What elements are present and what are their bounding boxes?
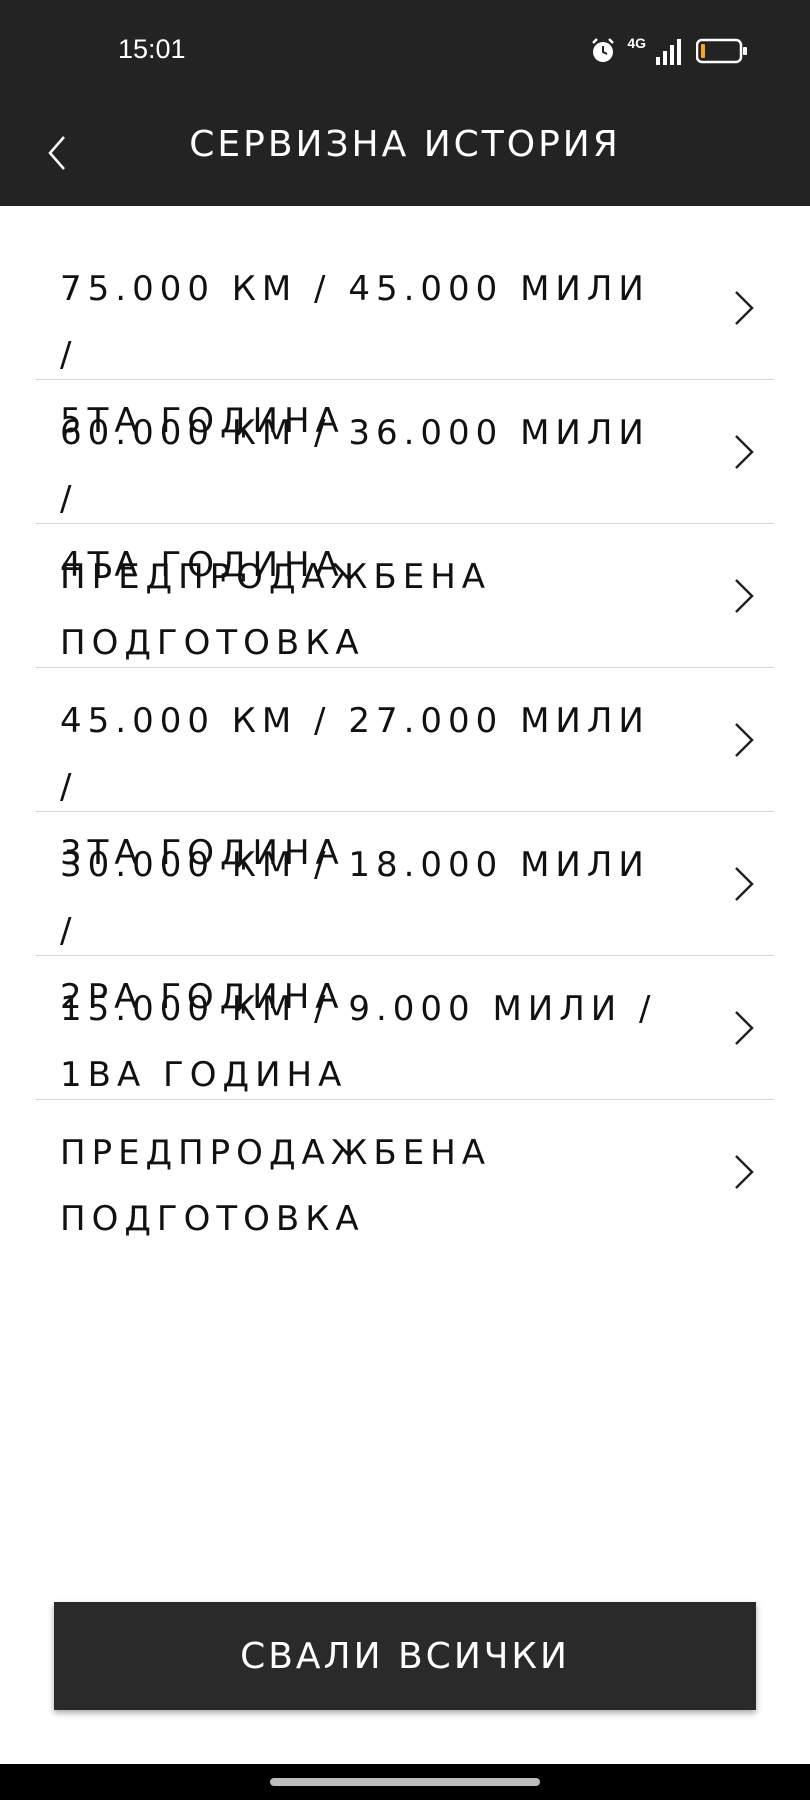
status-icons: 4G <box>589 34 748 68</box>
chevron-right-icon <box>735 435 754 469</box>
service-item-line1: ПРЕДПРОДАЖБЕНА <box>60 1133 492 1173</box>
service-item-label: 15.000 КМ / 9.000 МИЛИ / 1ВА ГОДИНА <box>60 976 680 1108</box>
service-item-line1: 75.000 КМ / 45.000 МИЛИ / <box>60 269 650 375</box>
service-item[interactable]: 30.000 КМ / 18.000 МИЛИ / 2РА ГОДИНА <box>36 812 774 1017</box>
service-item-label: ПРЕДПРОДАЖБЕНА ПОДГОТОВКА <box>60 544 680 676</box>
service-item[interactable]: 60.000 КМ / 36.000 МИЛИ / 4ТА ГОДИНА <box>36 380 774 585</box>
service-item-line1: 30.000 КМ / 18.000 МИЛИ / <box>60 845 650 951</box>
service-item-label: ПРЕДПРОДАЖБЕНА ПОДГОТОВКА <box>60 1120 680 1252</box>
service-item[interactable]: ПРЕДПРОДАЖБЕНА ПОДГОТОВКА <box>36 1100 774 1243</box>
service-item-line1: 45.000 КМ / 27.000 МИЛИ / <box>60 701 650 807</box>
alarm-icon <box>592 38 615 62</box>
battery-icon <box>696 38 747 64</box>
service-history-list: 75.000 КМ / 45.000 МИЛИ / 5ТА ГОДИНА 60.… <box>36 236 774 1243</box>
chevron-right-icon <box>735 579 754 613</box>
service-item-line2: ПОДГОТОВКА <box>60 623 365 663</box>
service-item[interactable]: ПРЕДПРОДАЖБЕНА ПОДГОТОВКА <box>36 524 774 668</box>
service-item-line2: 1ВА ГОДИНА <box>60 1055 348 1095</box>
service-item-line2: ПОДГОТОВКА <box>60 1199 365 1239</box>
download-all-button[interactable]: СВАЛИ ВСИЧКИ <box>54 1602 756 1710</box>
service-item[interactable]: 15.000 КМ / 9.000 МИЛИ / 1ВА ГОДИНА <box>36 956 774 1100</box>
service-item[interactable]: 75.000 КМ / 45.000 МИЛИ / 5ТА ГОДИНА <box>36 236 774 441</box>
service-item-line1: 60.000 КМ / 36.000 МИЛИ / <box>60 413 650 519</box>
service-item-line1: ПРЕДПРОДАЖБЕНА <box>60 557 492 597</box>
status-time: 15:01 <box>118 34 186 64</box>
chevron-right-icon <box>735 291 754 325</box>
chevron-right-icon <box>735 1011 754 1045</box>
home-indicator[interactable] <box>270 1778 540 1786</box>
chevron-right-icon <box>735 867 754 901</box>
page-title: СЕРВИЗНА ИСТОРИЯ <box>189 124 621 165</box>
service-item-line1: 15.000 КМ / 9.000 МИЛИ / <box>60 989 657 1029</box>
chevron-right-icon <box>735 723 754 757</box>
network-type: 4G <box>627 35 646 51</box>
signal-icon <box>656 39 681 65</box>
chevron-right-icon <box>735 1155 754 1189</box>
status-bar: 15:01 4G <box>0 0 810 100</box>
app-header: СЕРВИЗНА ИСТОРИЯ <box>0 100 810 206</box>
system-nav-bar <box>0 1764 810 1800</box>
service-item[interactable]: 45.000 КМ / 27.000 МИЛИ / 3ТА ГОДИНА <box>36 668 774 873</box>
